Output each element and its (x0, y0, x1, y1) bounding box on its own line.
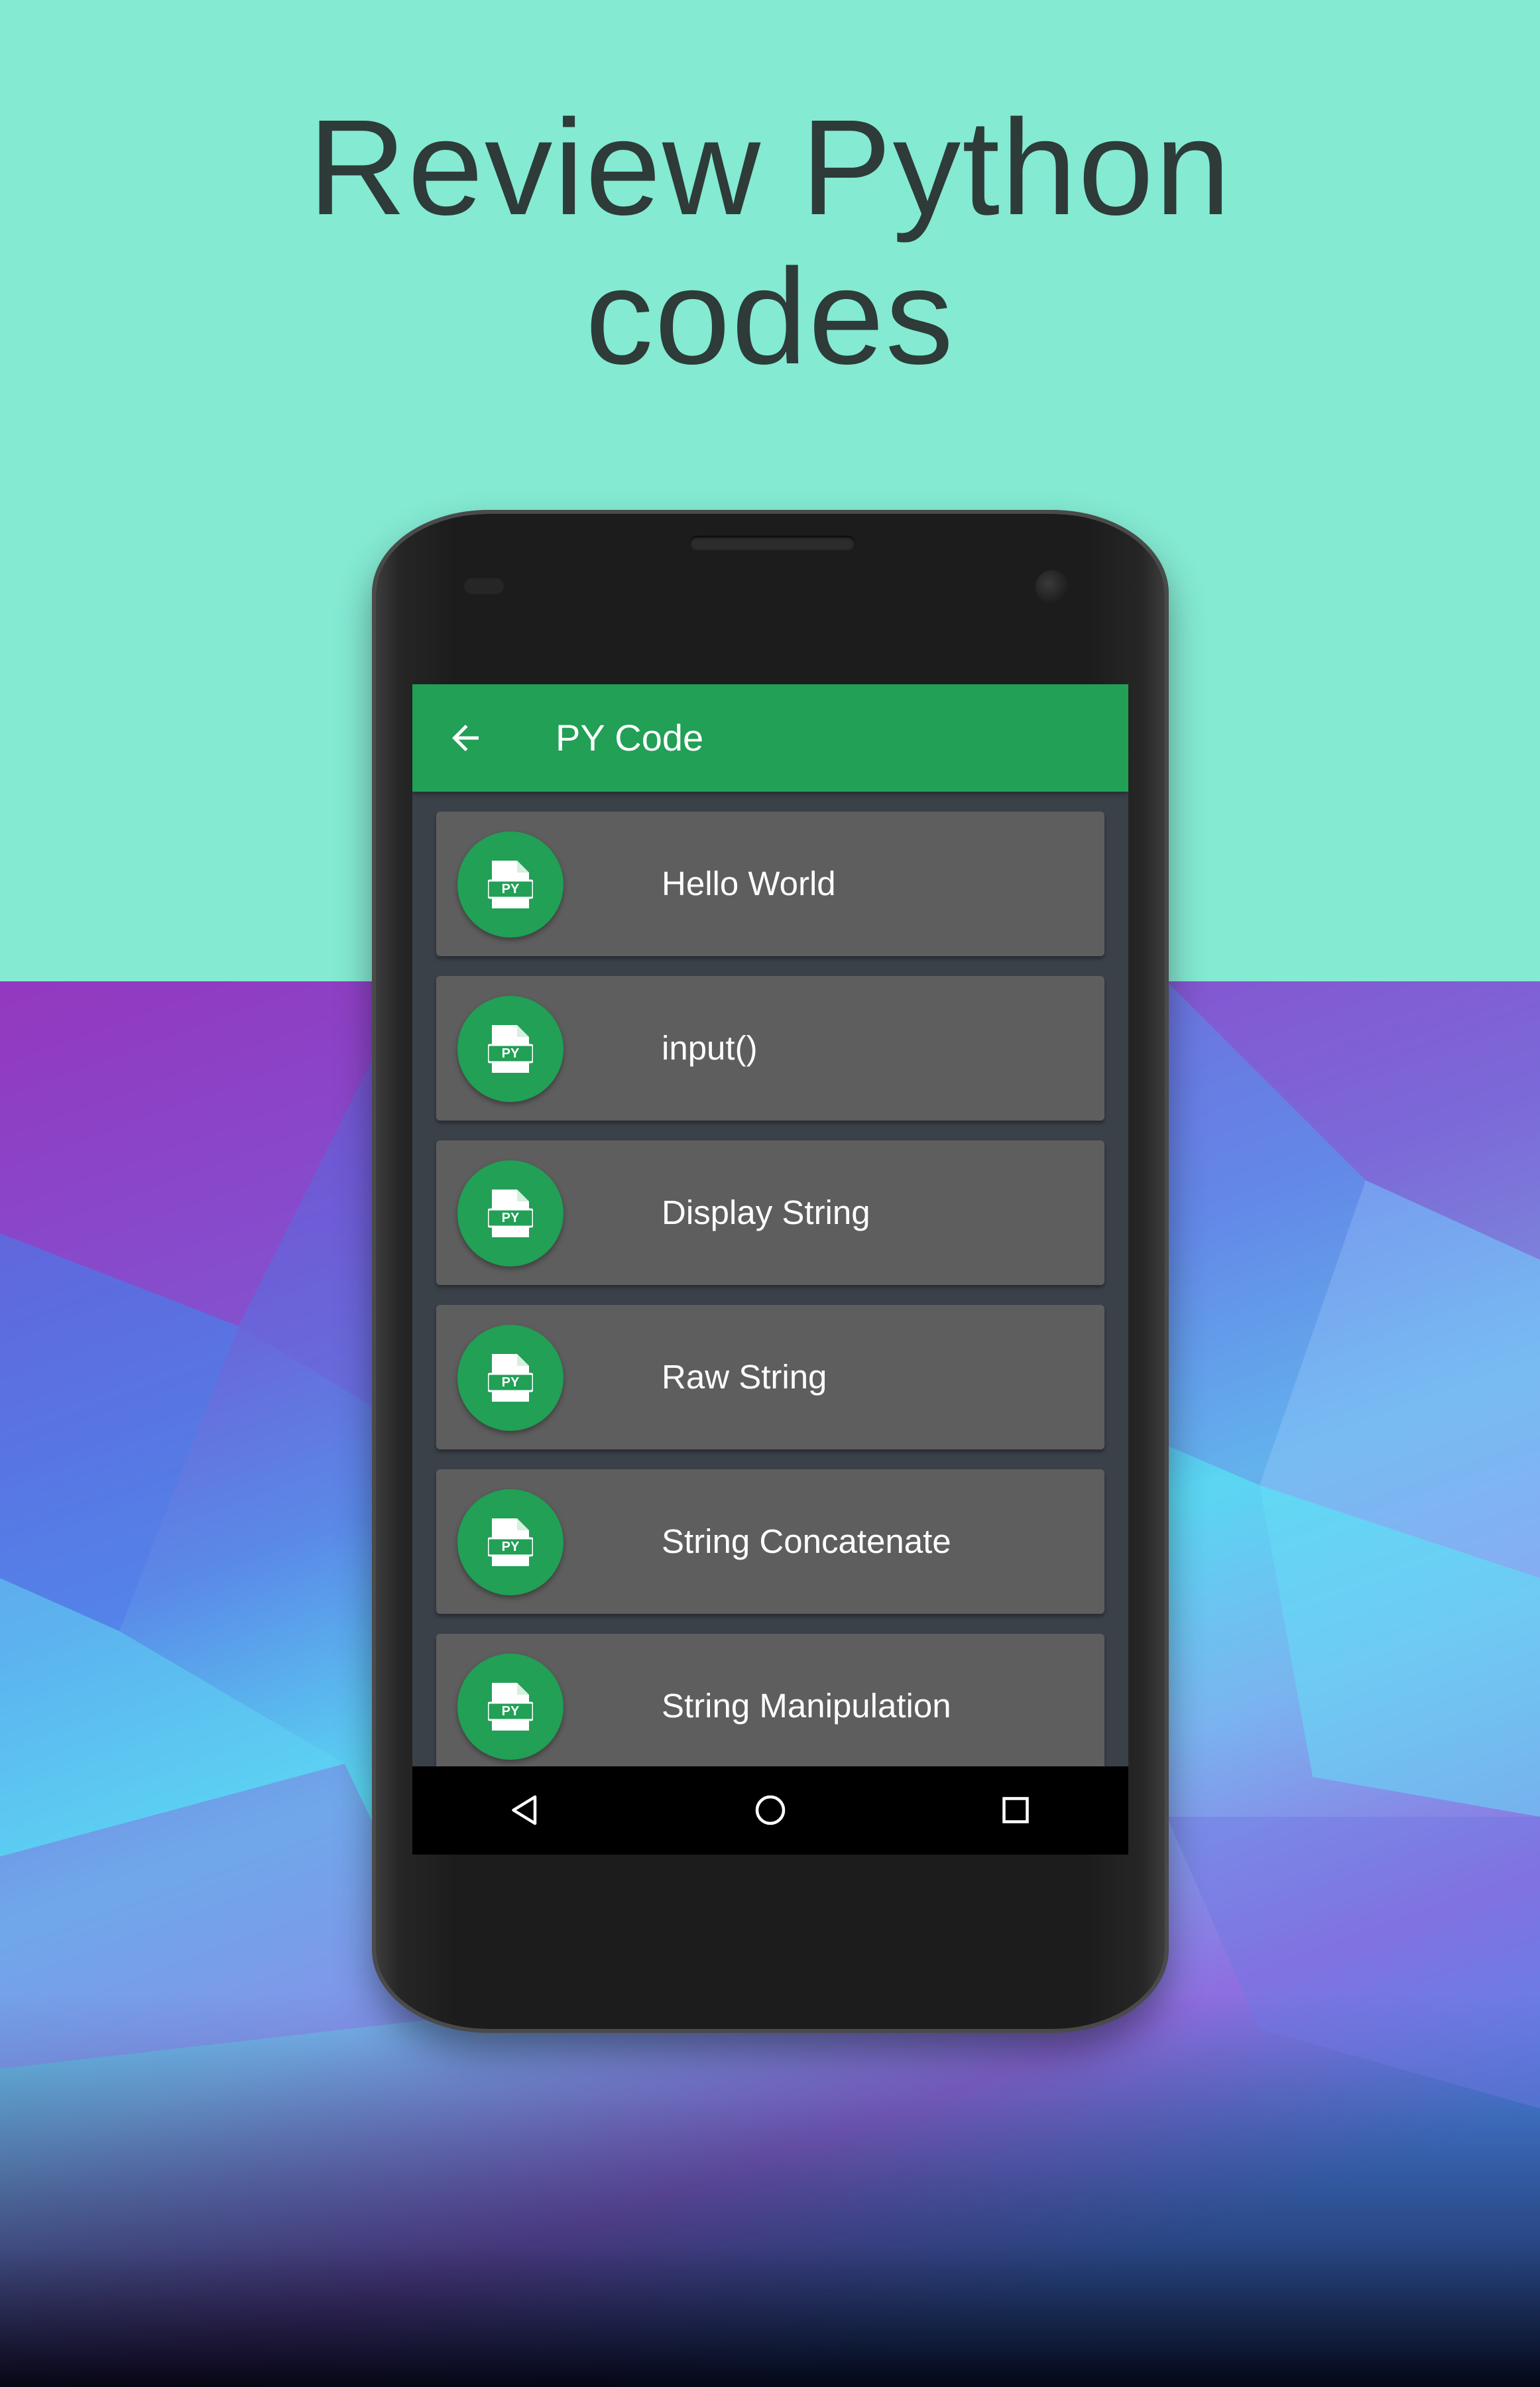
phone-screen: PY Code PY Hello World PY input() PY Display … (412, 684, 1128, 1855)
system-nav-bar (412, 1766, 1128, 1855)
list-item[interactable]: PY Hello World (436, 812, 1104, 956)
app-title: PY Code (556, 717, 704, 759)
list-item-label: Raw String (662, 1358, 827, 1396)
list-item[interactable]: PY String Manipulation (436, 1634, 1104, 1778)
headline-line-1: Review Python (308, 92, 1232, 243)
py-file-icon: PY (457, 831, 563, 938)
nav-back-icon[interactable] (505, 1790, 545, 1830)
py-file-icon: PY (457, 1160, 563, 1266)
list-item-label: input() (662, 1029, 758, 1067)
py-icon-text: PY (502, 1211, 520, 1225)
py-file-icon: PY (457, 1489, 563, 1595)
py-icon-text: PY (502, 1046, 520, 1061)
app-bar: PY Code (412, 684, 1128, 792)
nav-recents-icon[interactable] (996, 1790, 1036, 1830)
list-item-label: String Concatenate (662, 1522, 951, 1560)
phone-speaker (689, 536, 855, 550)
list-item[interactable]: PY String Concatenate (436, 1469, 1104, 1614)
py-file-icon: PY (457, 1654, 563, 1760)
list-item[interactable]: PY Raw String (436, 1305, 1104, 1449)
list-item[interactable]: PY Display String (436, 1140, 1104, 1285)
py-icon-text: PY (502, 1704, 520, 1719)
phone-camera (1036, 570, 1069, 603)
headline: Review Python codes (0, 93, 1540, 391)
list-item-label: Display String (662, 1194, 870, 1231)
list-item[interactable]: PY input() (436, 976, 1104, 1121)
list-item-label: String Manipulation (662, 1687, 951, 1725)
nav-home-icon[interactable] (750, 1790, 790, 1830)
phone-sensor (464, 578, 504, 594)
py-icon-text: PY (502, 1540, 520, 1554)
py-icon-text: PY (502, 1375, 520, 1390)
arrow-left-icon[interactable] (445, 718, 485, 758)
py-file-icon: PY (457, 996, 563, 1102)
headline-line-2: codes (585, 241, 955, 393)
py-icon-text: PY (502, 882, 520, 896)
list-item-label: Hello World (662, 865, 836, 902)
py-file-icon: PY (457, 1325, 563, 1431)
